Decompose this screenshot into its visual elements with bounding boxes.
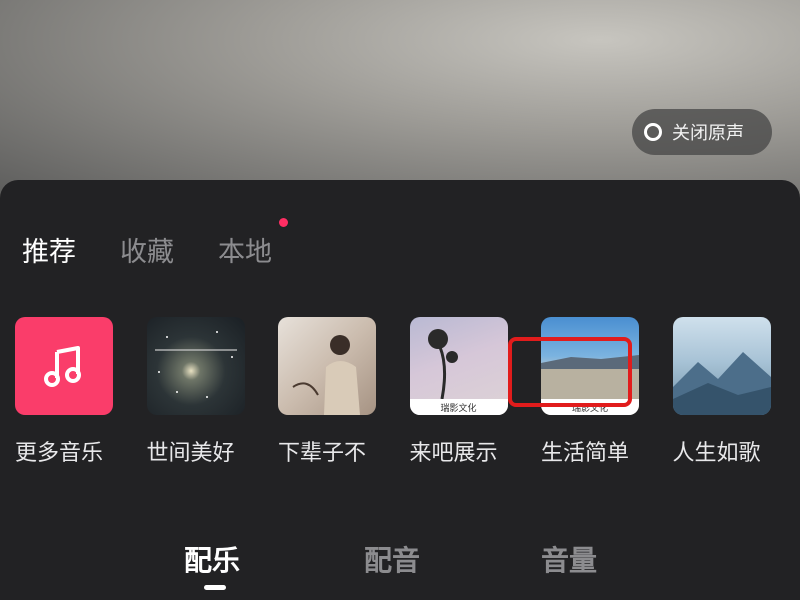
track-list: 更多音乐 世间美好 下辈子不 瑞影文化 来吧展示 瑞影文化 生活简单 人生如歌 (15, 317, 800, 467)
track-item[interactable]: 下辈子不 (278, 317, 388, 467)
close-original-label: 关闭原声 (672, 123, 744, 144)
notification-dot (279, 218, 288, 227)
tab-local-label: 本地 (218, 237, 272, 268)
tab-favorites[interactable]: 收藏 (120, 230, 174, 269)
music-tabs: 推荐 收藏 本地 (22, 218, 316, 269)
bottom-nav: 配乐 配音 音量 (0, 535, 800, 595)
active-tab-indicator (204, 585, 226, 590)
track-item[interactable]: 瑞影文化 来吧展示 (409, 317, 520, 467)
track-title: 生活简单 (541, 441, 630, 466)
starry-night-art (154, 331, 237, 398)
tab-local[interactable]: 本地 (218, 218, 288, 269)
track-item[interactable]: 世间美好 (146, 317, 257, 467)
album-cover (146, 317, 245, 415)
video-preview (0, 0, 800, 200)
album-cover (672, 317, 771, 415)
album-cover: 瑞影文化 (409, 317, 508, 415)
nav-volume[interactable]: 音量 (541, 539, 597, 579)
track-item[interactable]: 人生如歌 (672, 317, 783, 467)
flower-art (427, 329, 458, 400)
mountain-art (672, 352, 771, 415)
album-cover (278, 317, 376, 415)
radio-circle-icon (644, 123, 662, 141)
track-title: 世间美好 (146, 441, 235, 466)
music-note-icon (44, 346, 81, 387)
highlight-annotation-box (508, 337, 632, 407)
track-more-music[interactable]: 更多音乐 (15, 317, 125, 467)
nav-voiceover[interactable]: 配音 (364, 539, 420, 579)
close-original-sound-button[interactable]: 关闭原声 (632, 109, 772, 155)
track-title: 更多音乐 (15, 441, 104, 466)
music-panel: 推荐 收藏 本地 更多音乐 世间美好 下辈子不 瑞影文化 来吧展示 瑞影文化 生… (0, 180, 800, 600)
tab-recommend[interactable]: 推荐 (22, 230, 76, 269)
track-title: 下辈子不 (278, 441, 367, 466)
singer-portrait-art (292, 335, 360, 415)
track-title: 人生如歌 (672, 441, 761, 466)
track-title: 来吧展示 (409, 441, 498, 466)
brand-strip: 瑞影文化 (409, 399, 508, 415)
nav-music[interactable]: 配乐 (184, 539, 240, 579)
more-music-cover (15, 317, 113, 415)
